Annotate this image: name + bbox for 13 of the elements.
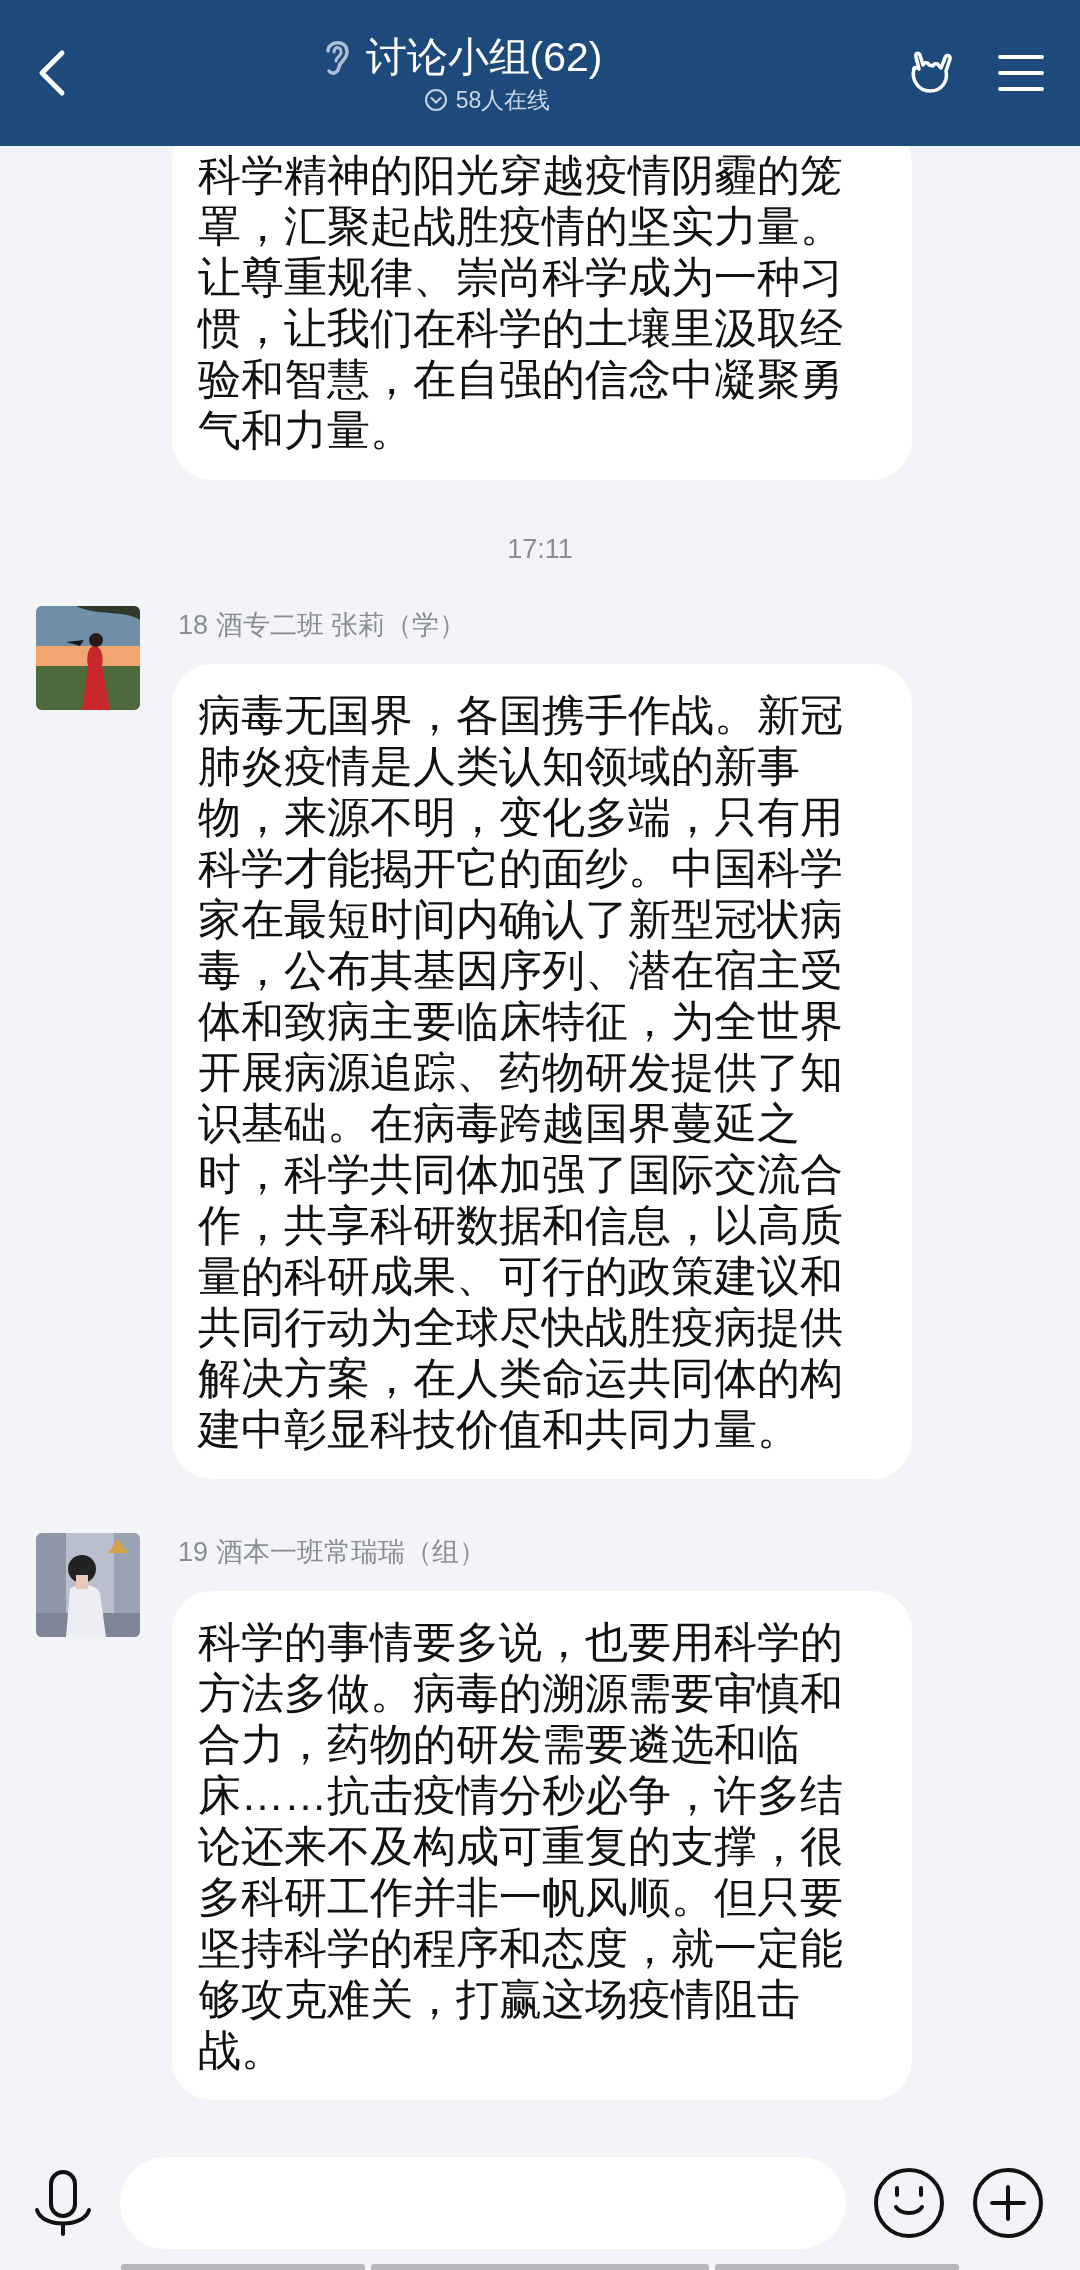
chevron-circle-icon[interactable] <box>423 88 448 112</box>
emoji-icon[interactable] <box>873 2167 945 2239</box>
sender-name: 18 酒专二班 张莉（学） <box>178 609 468 642</box>
timestamp: 17:11 <box>507 533 573 566</box>
message-bubble: 科学精神的阳光穿越疫情阴霾的笼罩，汇聚起战胜疫情的坚实力量。让尊重规律、崇尚科学成为一种习惯，让我们在科学的土壤里汲取经验和智慧，在自强的信念中凝聚勇气和力量。 <box>172 146 912 480</box>
plus-icon[interactable] <box>972 2167 1044 2239</box>
message-bubble: 病毒无国界，各国携手作战。新冠肺炎疫情是人类认知领域的新事物，来源不明，变化多端，只有用科学才能揭开它的面纱。中国科学家在最短时间内确认了新型冠状病毒，公布其基因序列、潜在宿主受体和致病主要临床特征，为全世界开展病源追踪、药物研发提供了知识基础。在病毒跨越国界蔓延之时，科学共同体加强了国际交流合作，共享科研数据和信息，以高质量的科研成果、可行的政策建议和共同行动为全球尽快战胜疫病提供解决方案，在人类命运共同体的构建中彰显科技价值和共同力量。 <box>172 664 912 1479</box>
message-bubble: 科学的事情要多说，也要用科学的方法多做。病毒的溯源需要审慎和合力，药物的研发需要遴选和临床……抗击疫情分秒必争，许多结论还来不及构成可重复的支撑，很多科研工作并非一帆风顺。但只要坚持科学的程序和态度，就一定能够攻克难关，打赢这场疫情阻击战。 <box>172 1591 912 2100</box>
chat-title: 讨论小组(62) <box>365 33 603 82</box>
sender-name: 19 酒本一班常瑞瑞（组） <box>178 1536 487 1569</box>
online-count: 58人在线 <box>455 86 551 115</box>
menu-icon[interactable] <box>998 53 1044 93</box>
microphone-icon[interactable] <box>34 2168 92 2238</box>
